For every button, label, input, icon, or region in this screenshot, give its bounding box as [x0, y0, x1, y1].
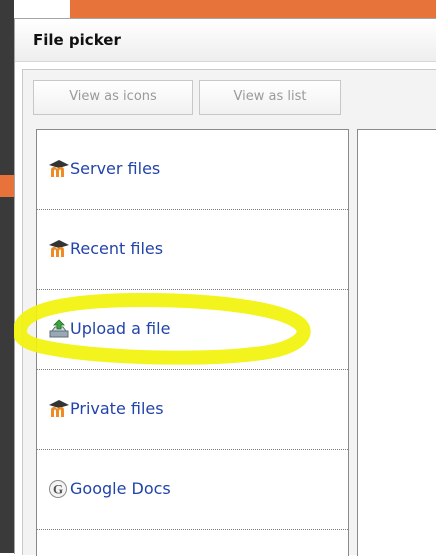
background-page-banner — [70, 0, 436, 20]
repo-label: Upload a file — [70, 319, 171, 338]
background-page-accent — [0, 175, 14, 197]
repo-item-upload-a-file[interactable]: Upload a file — [37, 290, 348, 370]
moodle-icon — [48, 399, 70, 419]
dialog-header: File picker — [15, 19, 436, 62]
repo-label: Server files — [70, 159, 161, 178]
google-icon: G — [48, 479, 70, 499]
repo-item-google-docs[interactable]: G Google Docs — [37, 450, 348, 530]
svg-text:G: G — [53, 482, 63, 497]
view-as-icons-button[interactable]: View as icons — [33, 80, 193, 115]
file-picker-dialog: File picker View as icons View as list S… — [14, 18, 436, 556]
repo-label: Private files — [70, 399, 164, 418]
repo-item-private-files[interactable]: Private files — [37, 370, 348, 450]
repo-label: Recent files — [70, 239, 164, 258]
repo-item-server-files[interactable]: Server files — [37, 130, 348, 210]
repo-item-recent-files[interactable]: Recent files — [37, 210, 348, 290]
upload-icon — [48, 319, 70, 339]
dialog-title: File picker — [33, 31, 121, 49]
view-as-list-button[interactable]: View as list — [199, 80, 341, 115]
repository-list: Server files Recent files Upload a file … — [36, 129, 349, 556]
dialog-body: View as icons View as list Server files — [22, 69, 436, 556]
background-page-edge — [0, 0, 14, 553]
moodle-icon — [48, 239, 70, 259]
repo-label: Google Docs — [70, 479, 171, 498]
file-listing-panel — [357, 129, 436, 556]
moodle-icon — [48, 159, 70, 179]
